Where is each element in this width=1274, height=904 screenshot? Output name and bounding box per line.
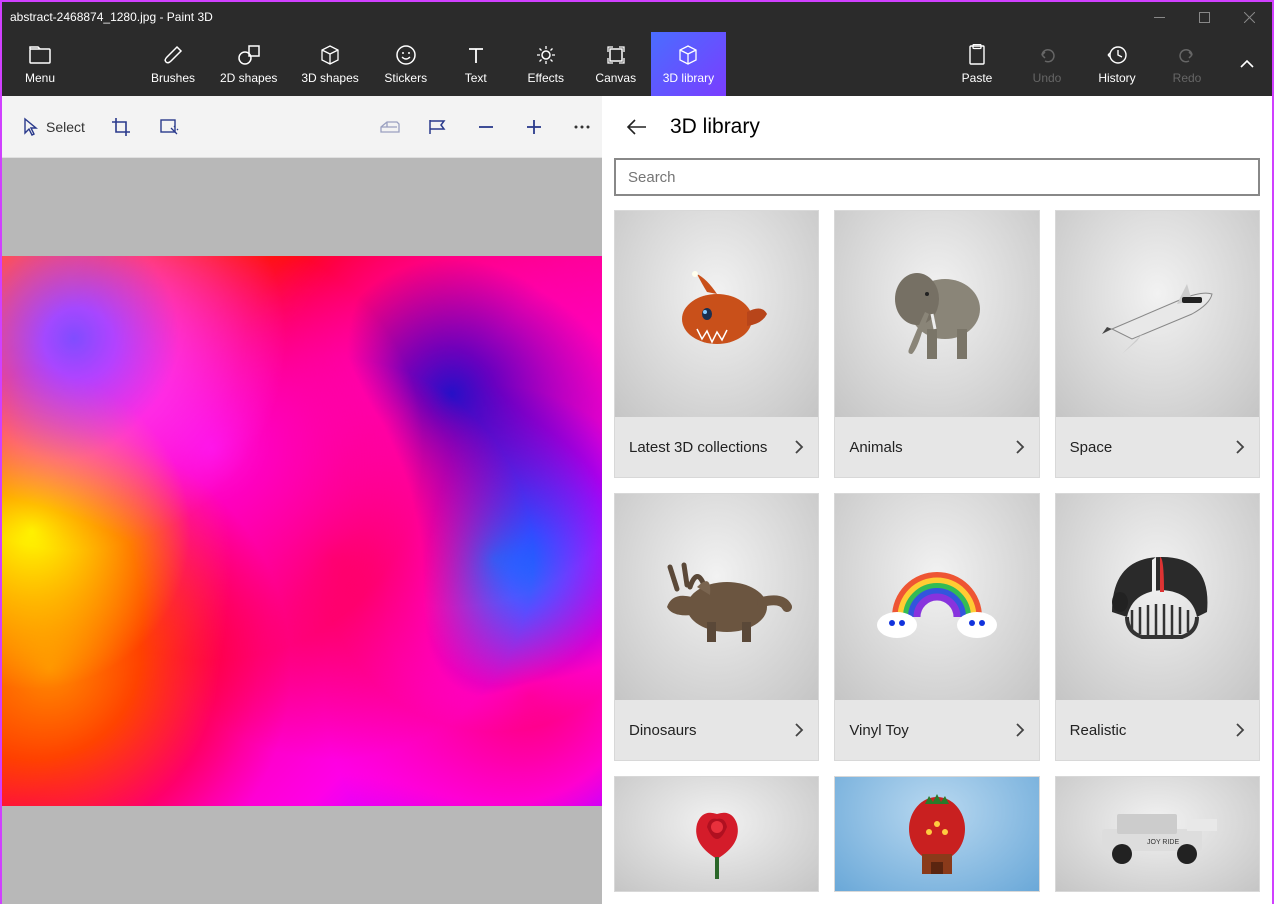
sticker-icon — [394, 43, 418, 67]
flag-button[interactable] — [418, 107, 458, 147]
chevron-right-icon — [1015, 439, 1025, 455]
magic-select-icon — [159, 118, 179, 136]
panel-title: 3D library — [670, 115, 760, 139]
chevron-right-icon — [1235, 439, 1245, 455]
back-button[interactable] — [622, 112, 652, 142]
view-3d-icon — [379, 118, 401, 136]
svg-text:JOY RIDE: JOY RIDE — [1147, 839, 1179, 846]
category-label: Vinyl Toy — [849, 722, 908, 739]
category-label: Animals — [849, 439, 902, 456]
thumb-triceratops — [615, 494, 818, 700]
paste-button[interactable]: Paste — [942, 32, 1012, 96]
magic-select-button[interactable] — [149, 107, 189, 147]
category-card-partial-3[interactable]: JOY RIDE — [1055, 776, 1260, 892]
maximize-button[interactable] — [1182, 2, 1227, 32]
side-panel: 3D library Latest 3D collections Animals — [602, 158, 1272, 904]
select-button[interactable]: Select — [14, 107, 93, 147]
chevron-up-icon — [1239, 59, 1255, 69]
thumb-rose — [615, 777, 818, 891]
category-card-dinosaurs[interactable]: Dinosaurs — [614, 493, 819, 761]
category-label: Dinosaurs — [629, 722, 697, 739]
panel-header: 3D library — [602, 96, 1272, 158]
category-grid: Latest 3D collections Animals Space — [614, 210, 1260, 892]
redo-icon — [1175, 43, 1199, 67]
title-bar: abstract-2468874_1280.jpg - Paint 3D — [2, 2, 1272, 32]
thumb-vehicle: JOY RIDE — [1056, 777, 1259, 891]
history-icon — [1105, 43, 1129, 67]
text-icon — [464, 43, 488, 67]
cursor-icon — [22, 117, 40, 137]
chevron-right-icon — [1015, 722, 1025, 738]
category-card-latest[interactable]: Latest 3D collections — [614, 210, 819, 478]
chevron-right-icon — [794, 722, 804, 738]
undo-button[interactable]: Undo — [1012, 32, 1082, 96]
thumb-shuttle — [1056, 211, 1259, 417]
undo-icon — [1035, 43, 1059, 67]
paste-icon — [965, 43, 989, 67]
shapes-2d-icon — [237, 43, 261, 67]
effects-icon — [534, 43, 558, 67]
tab-effects[interactable]: Effects — [511, 32, 581, 96]
history-button[interactable]: History — [1082, 32, 1152, 96]
brush-icon — [161, 43, 185, 67]
search-input[interactable] — [614, 158, 1260, 196]
flag-icon — [428, 118, 448, 136]
thumb-helmet — [1056, 494, 1259, 700]
category-card-animals[interactable]: Animals — [834, 210, 1039, 478]
tab-brushes[interactable]: Brushes — [138, 32, 208, 96]
chevron-right-icon — [794, 439, 804, 455]
menu-label: Menu — [25, 71, 55, 85]
menu-button[interactable]: Menu — [2, 32, 78, 96]
plus-icon — [525, 118, 543, 136]
category-label: Latest 3D collections — [629, 439, 767, 456]
view-3d-button[interactable] — [370, 107, 410, 147]
zoom-out-button[interactable] — [466, 107, 506, 147]
category-label: Realistic — [1070, 722, 1127, 739]
category-card-partial-1[interactable] — [614, 776, 819, 892]
minus-icon — [477, 118, 495, 136]
window-title: abstract-2468874_1280.jpg - Paint 3D — [10, 10, 1137, 24]
thumb-elephant — [835, 211, 1038, 417]
crop-button[interactable] — [101, 107, 141, 147]
canvas-icon — [604, 43, 628, 67]
main-toolbar: Menu Brushes 2D shapes 3D shapes Sticker… — [2, 32, 1272, 96]
category-card-space[interactable]: Space — [1055, 210, 1260, 478]
close-button[interactable] — [1227, 2, 1272, 32]
category-card-vinyl-toy[interactable]: Vinyl Toy — [834, 493, 1039, 761]
zoom-in-button[interactable] — [514, 107, 554, 147]
tab-3d-shapes[interactable]: 3D shapes — [289, 32, 370, 96]
collapse-toolbar-button[interactable] — [1222, 32, 1272, 96]
category-card-partial-2[interactable] — [834, 776, 1039, 892]
tab-3d-library[interactable]: 3D library — [651, 32, 726, 96]
thumb-anglerfish — [615, 211, 818, 417]
search-container — [614, 158, 1260, 196]
back-arrow-icon — [626, 118, 648, 136]
tab-2d-shapes[interactable]: 2D shapes — [208, 32, 289, 96]
category-label: Space — [1070, 439, 1113, 456]
tab-canvas[interactable]: Canvas — [581, 32, 651, 96]
folder-icon — [28, 43, 52, 67]
cube-icon — [318, 43, 342, 67]
redo-button[interactable]: Redo — [1152, 32, 1222, 96]
thumb-rainbow — [835, 494, 1038, 700]
tab-stickers[interactable]: Stickers — [371, 32, 441, 96]
minimize-button[interactable] — [1137, 2, 1182, 32]
tab-text[interactable]: Text — [441, 32, 511, 96]
chevron-right-icon — [1235, 722, 1245, 738]
ellipsis-icon — [573, 124, 591, 130]
canvas-viewport[interactable] — [2, 158, 602, 904]
thumb-voxel — [835, 777, 1038, 891]
library-icon — [676, 43, 700, 67]
canvas-image — [2, 256, 602, 806]
crop-icon — [111, 117, 131, 137]
category-card-realistic[interactable]: Realistic — [1055, 493, 1260, 761]
more-button[interactable] — [562, 107, 602, 147]
